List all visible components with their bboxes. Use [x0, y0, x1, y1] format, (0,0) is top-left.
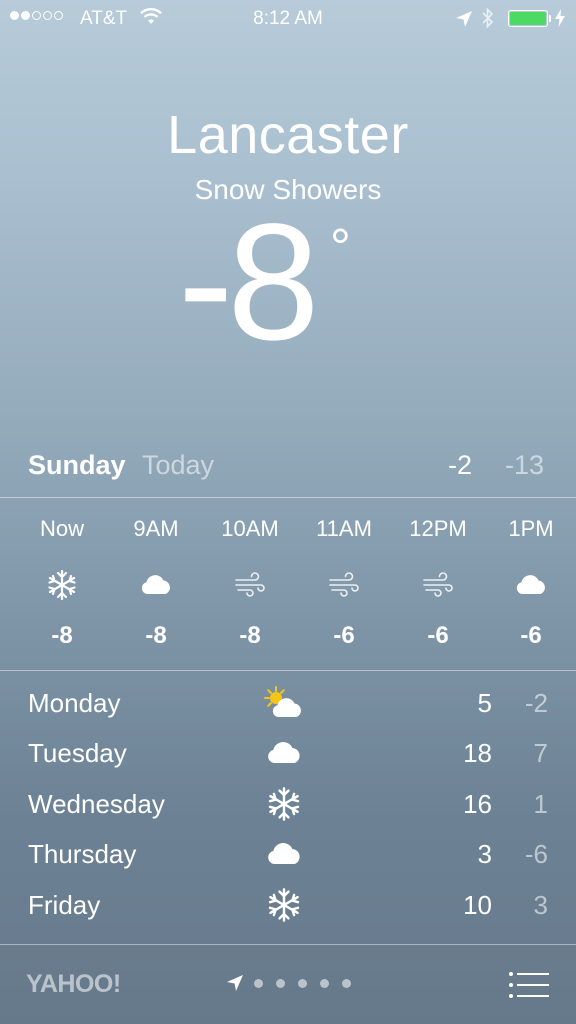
day-high: 16: [463, 789, 492, 819]
wind-icon: [421, 568, 455, 602]
degree-symbol: °: [330, 219, 351, 277]
day-low: -2: [524, 688, 548, 718]
day-low: 7: [533, 738, 548, 768]
day-high: 3: [477, 839, 492, 869]
day-name: Friday: [28, 890, 101, 920]
city-name: Lancaster: [167, 105, 409, 165]
daily-row: Monday 5 -2: [0, 680, 576, 730]
hourly-forecast[interactable]: Now -8 9AM -8 10AM -8 11AM -6 12PM -6 1P…: [0, 500, 576, 670]
partly-sunny-icon: [262, 684, 306, 722]
today-high: -2: [448, 450, 473, 480]
day-low: -6: [524, 839, 548, 869]
wind-icon: [327, 568, 361, 602]
battery-icon: [508, 10, 548, 27]
charging-icon: [555, 9, 565, 30]
status-bar: AT&T 8:12 AM: [0, 0, 576, 38]
temperature-value: -8: [178, 190, 320, 375]
location-arrow-icon[interactable]: [226, 974, 244, 997]
day-name: Tuesday: [28, 738, 127, 768]
cloud-icon: [262, 734, 306, 772]
current-temperature: -8 °: [0, 200, 576, 370]
cloud-icon: [514, 568, 548, 602]
day-high: 10: [463, 890, 492, 920]
footer-toolbar: YAHOO!: [0, 946, 576, 1024]
battery-nub: [549, 15, 551, 22]
hour-time: 12PM: [409, 516, 467, 541]
divider-bottom: [0, 944, 576, 945]
day-low: 1: [533, 789, 548, 819]
daily-row: Tuesday 18 7: [0, 730, 576, 780]
hour-temp: -8: [239, 622, 261, 649]
location-services-icon: [455, 10, 473, 34]
snowflake-icon: [262, 886, 306, 924]
hour-temp: -8: [145, 622, 167, 649]
wind-icon: [233, 568, 267, 602]
daily-row: Thursday 3 -6: [0, 831, 576, 881]
today-low: -13: [505, 450, 545, 480]
cloud-icon: [262, 835, 306, 873]
day-name: Thursday: [28, 839, 137, 869]
day-high: 18: [463, 738, 492, 768]
day-name: Wednesday: [28, 789, 165, 819]
page-dot[interactable]: [342, 979, 351, 988]
hour-time: 11AM: [316, 516, 372, 541]
page-dot[interactable]: [254, 979, 263, 988]
hour-temp: -8: [51, 622, 73, 649]
day-low: 3: [533, 890, 548, 920]
bluetooth-icon: [481, 7, 495, 34]
day-high: 5: [477, 688, 492, 718]
page-dot[interactable]: [320, 979, 329, 988]
today-summary: Sunday Today -2 -13: [0, 446, 576, 486]
today-label: Today: [142, 450, 215, 480]
hour-time: 10AM: [221, 516, 279, 541]
divider-top: [0, 497, 576, 498]
cloud-icon: [139, 568, 173, 602]
hour-time: 9AM: [133, 516, 179, 541]
daily-row: Friday 10 3: [0, 882, 576, 932]
day-name: Monday: [28, 688, 121, 718]
today-day-name: Sunday: [28, 450, 126, 480]
page-dot[interactable]: [298, 979, 307, 988]
snowflake-icon: [262, 785, 306, 823]
hour-time: 1PM: [508, 516, 554, 541]
hour-temp: -6: [427, 622, 449, 649]
divider-middle: [0, 670, 576, 671]
page-dot[interactable]: [276, 979, 285, 988]
snowflake-icon: [45, 568, 79, 602]
hour-time: Now: [39, 516, 84, 541]
daily-row: Wednesday 16 1: [0, 781, 576, 831]
list-icon[interactable]: [508, 970, 550, 1000]
page-indicator[interactable]: [254, 979, 351, 988]
yahoo-logo-link[interactable]: YAHOO!: [26, 970, 121, 999]
hour-temp: -6: [333, 622, 355, 649]
hour-temp: -6: [520, 622, 542, 649]
